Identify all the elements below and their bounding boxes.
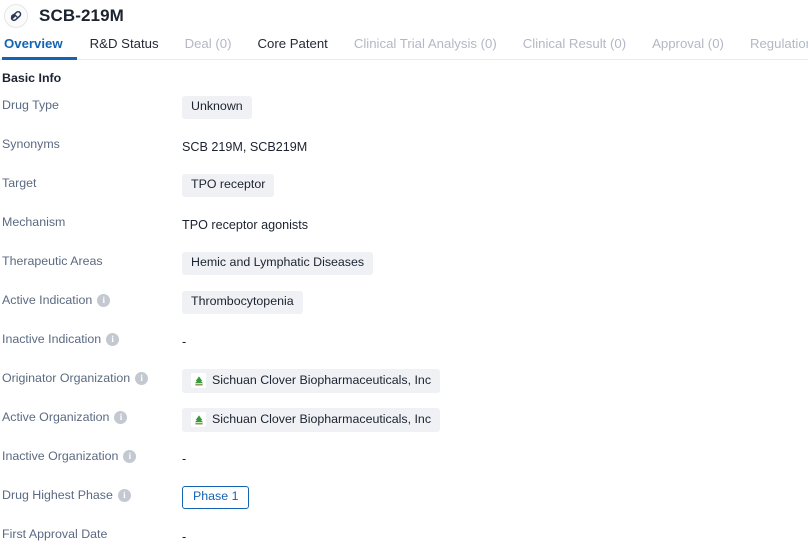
page-title: SCB-219M <box>39 6 124 25</box>
organization-name: Sichuan Clover Biopharmaceuticals, Inc <box>212 372 432 387</box>
tab-bar: Overview R&D Status Deal (0) Core Patent… <box>0 32 808 61</box>
info-icon[interactable]: i <box>97 293 111 307</box>
row-value: Unknown <box>182 95 808 119</box>
row-label-text: First Approval Date <box>2 527 108 541</box>
row-value: - <box>182 329 808 351</box>
row-value: Phase 1 <box>182 485 808 509</box>
row-label-text: Inactive Indication <box>2 332 102 346</box>
tab-overview[interactable]: Overview <box>2 37 77 61</box>
row-value: Sichuan Clover Biopharmaceuticals, Inc <box>182 368 808 393</box>
page-header: SCB-219M <box>0 0 808 32</box>
row-value: Sichuan Clover Biopharmaceuticals, Inc <box>182 407 808 432</box>
empty-value: - <box>182 451 187 466</box>
basic-info-table: Drug Type Unknown Synonyms SCB 219M, SCB… <box>0 91 808 554</box>
table-row: Active Organization i Sichuan Clover Bio… <box>0 403 808 442</box>
target-chip[interactable]: TPO receptor <box>182 174 275 197</box>
row-value: TPO receptor agonists <box>182 212 808 234</box>
row-label-text: Synonyms <box>2 137 60 151</box>
empty-value: - <box>182 529 187 544</box>
tab-approval[interactable]: Approval (0) <box>639 37 737 59</box>
clover-tree-logo-icon <box>191 373 206 388</box>
row-label-text: Originator Organization <box>2 371 131 385</box>
table-row: Target TPO receptor <box>0 169 808 208</box>
table-row: Inactive Organization i - <box>0 442 808 481</box>
row-label: Therapeutic Areas <box>0 251 182 268</box>
organization-name: Sichuan Clover Biopharmaceuticals, Inc <box>212 411 432 426</box>
empty-value: - <box>182 334 187 349</box>
row-label-text: Target <box>2 176 37 190</box>
tab-rd-status[interactable]: R&D Status <box>77 37 172 59</box>
info-icon[interactable]: i <box>106 332 120 346</box>
row-label-text: Therapeutic Areas <box>2 254 103 268</box>
tab-core-patent[interactable]: Core Patent <box>244 37 340 59</box>
therapeutic-area-chip[interactable]: Hemic and Lymphatic Diseases <box>182 252 374 275</box>
row-label: Drug Highest Phase i <box>0 485 182 502</box>
info-icon[interactable]: i <box>123 449 137 463</box>
table-row: Inactive Indication i - <box>0 325 808 364</box>
row-label: Target <box>0 173 182 190</box>
drug-type-chip[interactable]: Unknown <box>182 96 252 119</box>
info-icon[interactable]: i <box>135 371 149 385</box>
table-row: Originator Organization i Sichuan Clover… <box>0 364 808 403</box>
row-label-text: Active Organization <box>2 410 110 424</box>
row-label: Mechanism <box>0 212 182 229</box>
table-row: Drug Type Unknown <box>0 91 808 130</box>
info-icon[interactable]: i <box>114 410 128 424</box>
row-value: - <box>182 524 808 546</box>
row-label-text: Mechanism <box>2 215 66 229</box>
info-icon[interactable]: i <box>117 488 131 502</box>
row-value: TPO receptor <box>182 173 808 197</box>
row-value: Hemic and Lymphatic Diseases <box>182 251 808 275</box>
active-organization-chip[interactable]: Sichuan Clover Biopharmaceuticals, Inc <box>182 408 441 432</box>
tab-clinical-trial-analysis[interactable]: Clinical Trial Analysis (0) <box>341 37 510 59</box>
table-row: First Approval Date - <box>0 520 808 554</box>
pill-capsule-icon <box>4 4 28 28</box>
row-label: Inactive Indication i <box>0 329 182 346</box>
table-row: Drug Highest Phase i Phase 1 <box>0 481 808 520</box>
row-label: Active Organization i <box>0 407 182 424</box>
tab-deal[interactable]: Deal (0) <box>172 37 245 59</box>
row-label-text: Inactive Organization <box>2 449 119 463</box>
originator-organization-chip[interactable]: Sichuan Clover Biopharmaceuticals, Inc <box>182 369 441 393</box>
mechanism-value: TPO receptor agonists <box>182 217 308 232</box>
row-label-text: Active Indication <box>2 293 93 307</box>
table-row: Synonyms SCB 219M, SCB219M <box>0 130 808 169</box>
row-label: Inactive Organization i <box>0 446 182 463</box>
row-label-text: Drug Type <box>2 98 59 112</box>
tab-clinical-result[interactable]: Clinical Result (0) <box>510 37 639 59</box>
section-title-basic-info: Basic Info <box>2 71 62 85</box>
tab-regulation[interactable]: Regulation (0) <box>737 37 808 59</box>
row-value: SCB 219M, SCB219M <box>182 134 808 156</box>
drug-highest-phase-badge[interactable]: Phase 1 <box>182 486 250 509</box>
table-row: Therapeutic Areas Hemic and Lymphatic Di… <box>0 247 808 286</box>
clover-tree-logo-icon <box>191 412 206 427</box>
row-label: Drug Type <box>0 95 182 112</box>
active-indication-chip[interactable]: Thrombocytopenia <box>182 291 303 314</box>
table-row: Active Indication i Thrombocytopenia <box>0 286 808 325</box>
row-label: Originator Organization i <box>0 368 182 385</box>
row-value: Thrombocytopenia <box>182 290 808 314</box>
synonyms-value: SCB 219M, SCB219M <box>182 139 308 154</box>
row-label-text: Drug Highest Phase <box>2 488 113 502</box>
row-label: Synonyms <box>0 134 182 151</box>
row-label: Active Indication i <box>0 290 182 307</box>
row-value: - <box>182 446 808 468</box>
row-label: First Approval Date <box>0 524 182 541</box>
table-row: Mechanism TPO receptor agonists <box>0 208 808 247</box>
